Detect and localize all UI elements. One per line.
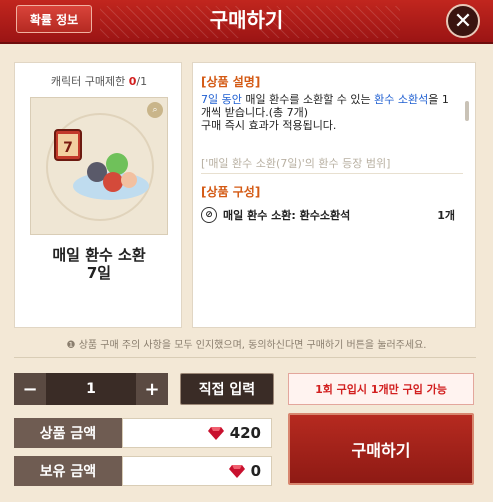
item-name-line2: 7일 <box>86 264 112 282</box>
composition-quantity: 1개 <box>437 209 455 222</box>
price-value: 420 <box>229 424 261 442</box>
close-icon: ✕ <box>453 8 473 34</box>
desc-part5: 구매 즉시 효과가 적용됩니다. <box>201 119 337 132</box>
minus-button[interactable]: − <box>14 373 46 405</box>
info-icon: ❶ <box>66 340 76 351</box>
purchase-limit-label: 캐릭터 구매제한 0/1 <box>15 73 183 89</box>
composition-item: 매일 환수 소환: 환수소환석 <box>223 209 351 222</box>
ruby-icon <box>207 427 224 440</box>
desc-stone: 환수 소환석 <box>374 93 429 106</box>
composition-title: [상품 구성] <box>201 185 261 199</box>
summon-stone-icon: ⊘ <box>201 207 217 223</box>
separator <box>14 357 476 358</box>
purchase-limit-notice: 1회 구입시 1개만 구입 가능 <box>288 373 474 405</box>
notice-text: ❶ 상품 구매 주의 사항을 모두 인지했으며, 동의하신다면 구매하기 버튼을… <box>0 336 493 351</box>
composition-row: ⊘ 매일 환수 소환: 환수소환석 1개 <box>201 207 467 223</box>
probability-info-button[interactable]: 확률 정보 <box>16 5 92 33</box>
price-value-box: 420 <box>122 418 272 448</box>
balance-value-box: 0 <box>122 456 272 486</box>
description-text: 7일 동안 매일 환수를 소환할 수 있는 환수 소환석을 1개씩 받습니다.(… <box>201 93 459 132</box>
item-name: 매일 환수 소환 7일 <box>15 246 183 282</box>
item-image-box[interactable]: ⌕ 7 <box>30 97 168 235</box>
item-panel: 캐릭터 구매제한 0/1 ⌕ 7 매일 환수 소환 7일 <box>14 62 182 328</box>
ruby-icon <box>228 465 245 478</box>
notice-message: 상품 구매 주의 사항을 모두 인지했으며, 동의하신다면 구매하기 버튼을 눌… <box>78 340 427 351</box>
item-name-line1: 매일 환수 소환 <box>52 246 146 264</box>
balance-value: 0 <box>250 462 261 480</box>
limit-label-text: 캐릭터 구매제한 <box>50 75 126 88</box>
desc-part2: 매일 환수를 소환할 수 있는 <box>241 93 375 106</box>
svg-text:7: 7 <box>63 140 73 156</box>
description-panel[interactable]: [상품 설명] 7일 동안 매일 환수를 소환할 수 있는 환수 소환석을 1개… <box>192 62 476 328</box>
direct-input-button[interactable]: 직접 입력 <box>180 373 274 405</box>
price-label: 상품 금액 <box>14 418 122 448</box>
buy-button[interactable]: 구매하기 <box>288 413 474 485</box>
summon-item-icon: 7 <box>54 129 149 200</box>
desc-duration: 7일 동안 <box>201 93 242 106</box>
quantity-value[interactable]: 1 <box>46 373 136 405</box>
description-title: [상품 설명] <box>201 75 261 89</box>
balance-label: 보유 금액 <box>14 456 122 486</box>
scrollbar[interactable] <box>465 101 469 121</box>
quantity-stepper: − 1 + <box>14 373 168 405</box>
limit-total: /1 <box>136 75 148 88</box>
plus-button[interactable]: + <box>136 373 168 405</box>
close-button[interactable]: ✕ <box>446 4 480 38</box>
divider <box>201 173 463 174</box>
summon-range-text: ['매일 환수 소환(7일)'의 환수 등장 범위] <box>201 157 391 170</box>
